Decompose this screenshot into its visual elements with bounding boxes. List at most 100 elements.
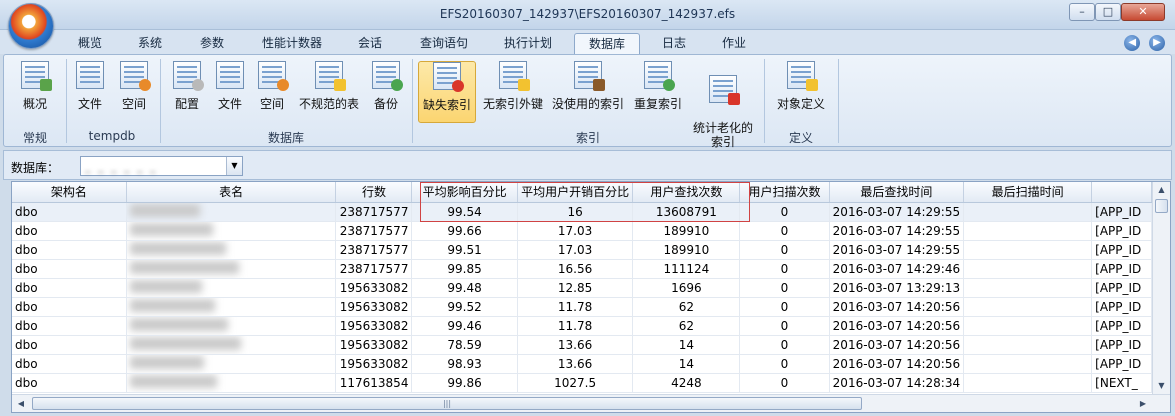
redacted-table-name [129,374,217,388]
cell-table-name [126,373,337,393]
close-button[interactable]: ✕ [1121,3,1165,21]
column-header-table[interactable]: 表名 [126,182,337,203]
column-header-user-scans[interactable]: 用户扫描次数 [739,182,830,203]
table-row[interactable]: dbo 195633082 98.93 13.66 14 0 2016-03-07 14:2… [12,354,1152,374]
db-config-button[interactable]: 配置 [166,61,208,123]
object-definition-button[interactable]: 对象定义 [770,61,832,123]
tab-parameters[interactable]: 参数 [186,33,238,54]
button-label: 文件 [217,97,242,111]
overview-button[interactable]: 概况 [10,61,60,123]
db-space-button[interactable]: 空间 [252,61,292,123]
group-label-tempdb: tempdb [88,129,136,143]
column-header-last-scan[interactable]: 最后扫描时间 [963,182,1093,203]
group-label-database: 数据库 [267,131,304,145]
cell-avg-user-cost: 11.78 [517,316,634,336]
column-header-last-seek[interactable]: 最后查找时间 [829,182,965,203]
cell-table-name [126,202,337,222]
scroll-up-icon[interactable]: ▲ [1155,183,1168,197]
button-label: 概况 [22,97,47,111]
tempdb-space-button[interactable]: 空间 [114,61,154,123]
fk-no-index-button[interactable]: 无索引外键 [480,61,546,123]
maximize-button[interactable]: □ [1095,3,1121,21]
irregular-tables-button[interactable]: 不规范的表 [296,61,362,123]
column-header-user-seeks[interactable]: 用户查找次数 [632,182,741,203]
tab-system[interactable]: 系统 [124,33,176,54]
warning-table-icon [315,61,346,91]
column-header-rows[interactable]: 行数 [335,182,413,203]
cell-schema: dbo [12,297,127,317]
cell-last-seek: 2016-03-07 13:29:13 [829,278,965,298]
tab-sessions[interactable]: 会话 [344,33,396,54]
tempdb-file-button[interactable]: 文件 [70,61,110,123]
table-row[interactable]: dbo 117613854 99.86 1027.5 4248 0 2016-03-07 1… [12,373,1152,393]
tab-log[interactable]: 日志 [648,33,700,54]
vertical-scrollbar[interactable]: ▲ ▼ [1152,182,1170,394]
cell-last-scan [963,278,1093,298]
horizontal-scroll-thumb[interactable]: ||| [32,397,862,410]
tab-queries[interactable]: 查询语句 [408,33,480,54]
table-row[interactable]: dbo 195633082 99.52 11.78 62 0 2016-03-07 14:2… [12,297,1152,317]
cell-table-name [126,259,337,279]
chevron-down-icon[interactable]: ▼ [226,157,242,175]
db-file-button[interactable]: 文件 [210,61,250,123]
tab-label: 作业 [721,36,746,50]
database-select[interactable]: _ _ _ _ _ _ ▼ [80,156,243,176]
tab-overview[interactable]: 概览 [64,33,116,54]
cell-table-name [126,354,337,374]
forward-icon[interactable]: ▶ [1149,35,1165,51]
redacted-table-name [129,260,239,274]
group-label-index: 索引 [575,131,600,145]
duplicate-index-button[interactable]: 重复索引 [630,61,686,123]
cell-avg-user-cost: 12.85 [517,278,634,298]
cell-table-name [126,240,337,260]
back-icon[interactable]: ◀ [1124,35,1141,51]
table-row[interactable]: dbo 238717577 99.66 17.03 189910 0 2016-03-07 … [12,221,1152,241]
column-header-avg-user-cost[interactable]: 平均用户开销百分比 [517,182,634,203]
table-row[interactable]: dbo 238717577 99.54 16 13608791 0 2016-03-07 1… [12,202,1152,222]
minimize-button[interactable]: – [1069,3,1095,21]
tab-execution-plan[interactable]: 执行计划 [492,33,564,54]
column-header-extra[interactable] [1091,182,1152,203]
cell-row-count: 195633082 [335,354,413,374]
cell-last-seek: 2016-03-07 14:20:56 [829,297,965,317]
tab-jobs[interactable]: 作业 [708,33,760,54]
backup-button[interactable]: 备份 [366,61,406,123]
cell-last-seek: 2016-03-07 14:29:46 [829,259,965,279]
backup-icon [372,61,403,91]
table-row[interactable]: dbo 195633082 78.59 13.66 14 0 2016-03-07 14:2… [12,335,1152,355]
unused-index-button[interactable]: 没使用的索引 [550,61,626,123]
redacted-table-name [129,203,200,217]
stale-stats-index-button[interactable]: 统计老化的 索引 [688,61,758,149]
config-icon [173,61,204,91]
redacted-table-name [129,355,204,369]
cell-avg-user-cost: 16 [517,202,634,222]
tab-label: 性能计数器 [261,36,322,50]
scroll-right-icon[interactable]: ▶ [1136,397,1150,410]
cell-last-seek: 2016-03-07 14:29:55 [829,202,965,222]
button-label: 空间 [121,97,146,111]
horizontal-scrollbar[interactable]: ◀ ||| ▶ [12,394,1170,412]
table-row[interactable]: dbo 195633082 99.46 11.78 62 0 2016-03-07 14:2… [12,316,1152,336]
missing-index-button[interactable]: 缺失索引 [418,61,476,123]
redacted-table-name [129,222,213,236]
cell-schema: dbo [12,316,127,336]
table-row[interactable]: dbo 195633082 99.48 12.85 1696 0 2016-03-07 13… [12,278,1152,298]
scroll-left-icon[interactable]: ◀ [14,397,28,410]
cell-table-name [126,278,337,298]
app-menu-orb-icon[interactable] [8,3,54,49]
cell-last-seek: 2016-03-07 14:29:55 [829,221,965,241]
cell-row-count: 238717577 [335,221,413,241]
cell-avg-user-cost: 1027.5 [517,373,634,393]
button-label: 无索引外键 [482,97,543,111]
table-row[interactable]: dbo 238717577 99.51 17.03 189910 0 2016-03-07 … [12,240,1152,260]
button-label: 空间 [259,97,284,111]
scroll-down-icon[interactable]: ▼ [1155,379,1168,393]
column-header-avg-impact[interactable]: 平均影响百分比 [411,182,518,203]
table-row[interactable]: dbo 238717577 99.85 16.56 111124 0 2016-03-07 … [12,259,1152,279]
tab-database[interactable]: 数据库 [574,33,640,54]
vertical-scroll-thumb[interactable] [1155,199,1168,213]
tab-label: 查询语句 [419,36,468,50]
column-header-schema[interactable]: 架构名 [12,182,127,203]
cell-schema: dbo [12,354,127,374]
tab-performance-counters[interactable]: 性能计数器 [252,33,332,54]
